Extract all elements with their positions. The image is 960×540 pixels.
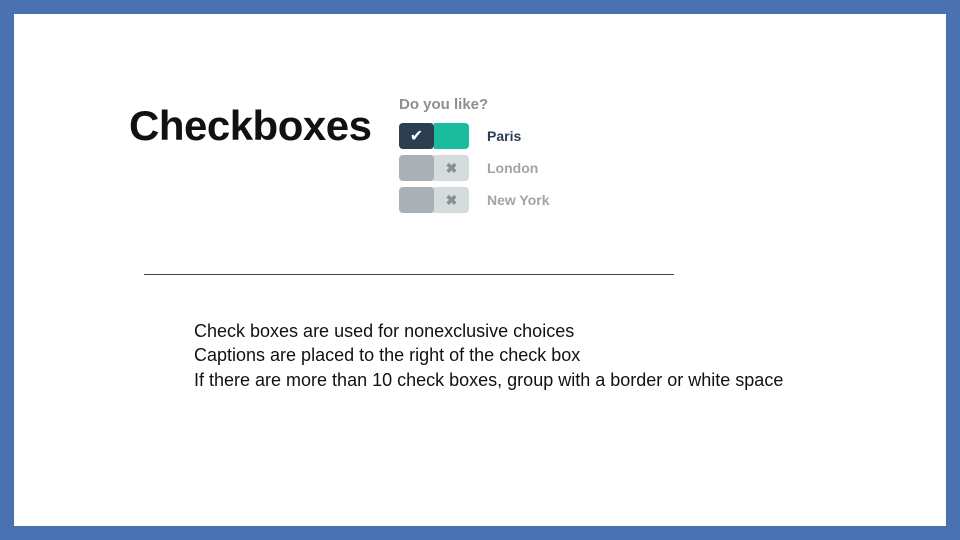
option-label: London xyxy=(487,160,538,176)
toggle-london[interactable]: ✖ xyxy=(399,155,469,181)
example-question: Do you like? xyxy=(399,96,679,113)
option-label: Paris xyxy=(487,128,521,144)
toggle-knob xyxy=(399,187,434,213)
checkbox-example: Do you like? ✔ Paris ✖ London ✖ New York xyxy=(399,96,679,219)
cross-icon: ✖ xyxy=(434,155,469,181)
body-line: Check boxes are used for nonexclusive ch… xyxy=(194,319,783,343)
body-line: If there are more than 10 check boxes, g… xyxy=(194,368,783,392)
body-text: Check boxes are used for nonexclusive ch… xyxy=(194,319,783,392)
toggle-knob xyxy=(399,155,434,181)
option-row: ✔ Paris xyxy=(399,123,679,149)
slide: Checkboxes Do you like? ✔ Paris ✖ London… xyxy=(0,0,960,540)
toggle-newyork[interactable]: ✖ xyxy=(399,187,469,213)
toggle-track xyxy=(434,123,469,149)
check-icon: ✔ xyxy=(399,123,434,149)
slide-title: Checkboxes xyxy=(129,102,371,150)
option-label: New York xyxy=(487,192,550,208)
divider xyxy=(144,274,674,275)
body-line: Captions are placed to the right of the … xyxy=(194,343,783,367)
option-row: ✖ New York xyxy=(399,187,679,213)
toggle-paris[interactable]: ✔ xyxy=(399,123,469,149)
option-row: ✖ London xyxy=(399,155,679,181)
cross-icon: ✖ xyxy=(434,187,469,213)
